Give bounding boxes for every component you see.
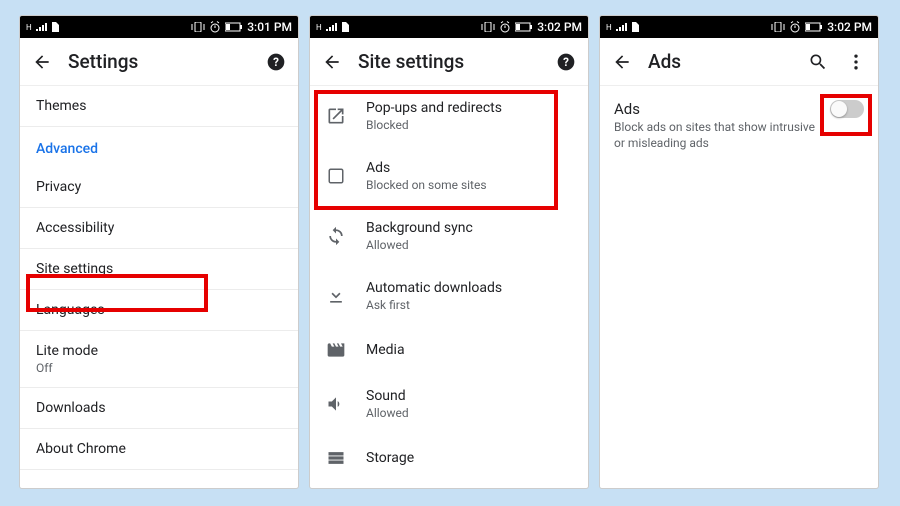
sound-icon [326,394,346,414]
sim-icon [341,22,349,32]
ads-toggle-row[interactable]: Ads Block ads on sites that show intrusi… [600,86,878,165]
page-title: Settings [68,50,250,73]
settings-item-site-settings[interactable]: Site settings [20,249,298,290]
signal-icon [36,23,47,31]
battery-icon [515,22,533,32]
site-settings-list: Pop-ups and redirectsBlocked AdsBlocked … [310,86,588,488]
ads-description: Block ads on sites that show intrusive o… [614,120,818,151]
site-item-sound[interactable]: SoundAllowed [310,374,588,434]
app-bar: Site settings ? [310,38,588,86]
ads-title: Ads [614,100,818,118]
vibrate-icon [191,22,205,32]
sync-icon [326,226,346,246]
page-title: Site settings [358,50,540,73]
settings-list: Themes Advanced Privacy Accessibility Si… [20,86,298,488]
back-button[interactable] [30,50,54,74]
site-item-popups[interactable]: Pop-ups and redirectsBlocked [310,86,588,146]
ads-content: Ads Block ads on sites that show intrusi… [600,86,878,488]
overflow-menu-button[interactable] [844,50,868,74]
svg-text:?: ? [563,55,569,69]
status-bar: H 3:02 PM [600,16,878,38]
settings-item-languages[interactable]: Languages [20,290,298,331]
svg-text:?: ? [273,55,279,69]
search-button[interactable] [806,50,830,74]
signal-icon [326,23,337,31]
settings-item-privacy[interactable]: Privacy [20,167,298,208]
site-item-ads[interactable]: AdsBlocked on some sites [310,146,588,206]
settings-item-accessibility[interactable]: Accessibility [20,208,298,249]
settings-item-about-chrome[interactable]: About Chrome [20,429,298,470]
help-button[interactable]: ? [554,50,578,74]
section-label-advanced: Advanced [20,127,298,167]
phone-settings: H 3:01 PM Settings ? Themes Advanced Pri… [20,16,298,488]
phone-ads: H 3:02 PM Ads Ads Block ads on sites tha… [600,16,878,488]
network-type-icon: H [26,23,32,32]
media-icon [326,340,346,360]
alarm-icon [789,21,801,33]
network-type-icon: H [606,23,612,32]
back-button[interactable] [320,50,344,74]
sim-icon [51,22,59,32]
back-button[interactable] [610,50,634,74]
phone-site-settings: H 3:02 PM Site settings ? Pop-ups and re… [310,16,588,488]
settings-item-lite-mode[interactable]: Lite modeOff [20,331,298,388]
popup-icon [326,106,346,126]
battery-icon [225,22,243,32]
sim-icon [631,22,639,32]
vibrate-icon [481,22,495,32]
page-title: Ads [648,50,792,73]
download-icon [326,286,346,306]
app-bar: Ads [600,38,878,86]
settings-item-themes[interactable]: Themes [20,86,298,127]
storage-icon [326,448,346,468]
alarm-icon [499,21,511,33]
clock-time: 3:02 PM [537,20,582,34]
battery-icon [805,22,823,32]
app-bar: Settings ? [20,38,298,86]
site-item-background-sync[interactable]: Background syncAllowed [310,206,588,266]
site-item-storage[interactable]: Storage [310,434,588,482]
site-item-automatic-downloads[interactable]: Automatic downloadsAsk first [310,266,588,326]
clock-time: 3:02 PM [827,20,872,34]
settings-item-downloads[interactable]: Downloads [20,388,298,429]
site-item-media[interactable]: Media [310,326,588,374]
clock-time: 3:01 PM [247,20,292,34]
help-button[interactable]: ? [264,50,288,74]
status-bar: H 3:02 PM [310,16,588,38]
ads-icon [327,167,345,185]
ads-toggle[interactable] [830,100,864,118]
network-type-icon: H [316,23,322,32]
signal-icon [616,23,627,31]
vibrate-icon [771,22,785,32]
status-bar: H 3:01 PM [20,16,298,38]
alarm-icon [209,21,221,33]
